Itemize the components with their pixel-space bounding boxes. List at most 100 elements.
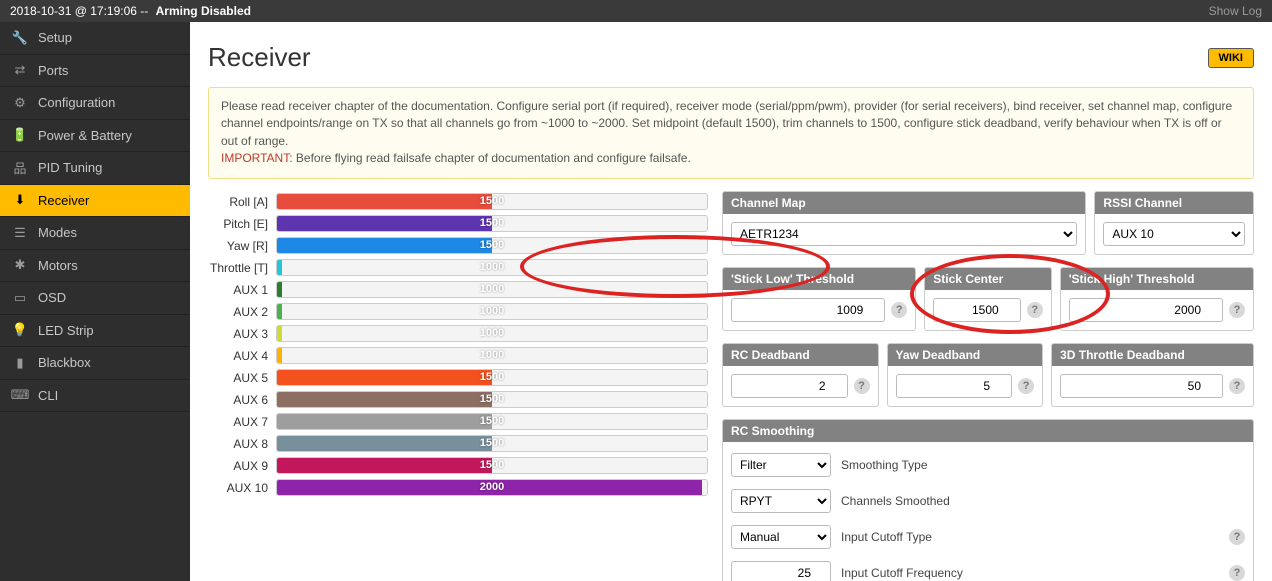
channel-row: AUX 41000 — [208, 345, 708, 367]
sidebar-item-label: Receiver — [38, 193, 89, 208]
yaw-deadband-input[interactable] — [896, 374, 1013, 398]
channel-label: AUX 6 — [208, 393, 276, 407]
channel-bar: 1000 — [276, 325, 708, 342]
channel-value: 2000 — [277, 480, 707, 495]
smoothing-select[interactable]: Manual — [731, 525, 831, 549]
sidebar-item-led-strip[interactable]: 💡LED Strip — [0, 315, 190, 348]
channel-bar: 1500 — [276, 413, 708, 430]
help-icon[interactable]: ? — [1027, 302, 1043, 318]
sidebar-item-motors[interactable]: ✱Motors — [0, 250, 190, 283]
channel-row: Throttle [T]1000 — [208, 257, 708, 279]
rssi-select[interactable]: AUX 10 — [1103, 222, 1245, 246]
channel-map-header: Channel Map — [723, 192, 1085, 214]
sidebar-item-label: Blackbox — [38, 355, 91, 370]
help-icon[interactable]: ? — [1018, 378, 1034, 394]
sidebar-item-receiver[interactable]: ⬇ Receiver — [0, 185, 190, 218]
smoothing-row: Manual Input Cutoff Type? — [731, 522, 1245, 552]
3d-throttle-deadband-input[interactable] — [1060, 374, 1223, 398]
sidebar-item-label: Configuration — [38, 95, 115, 110]
sidebar-item-label: Modes — [38, 225, 77, 240]
sidebar-item-label: CLI — [38, 388, 58, 403]
channel-label: AUX 2 — [208, 305, 276, 319]
help-icon[interactable]: ? — [891, 302, 907, 318]
channel-value: 1500 — [277, 414, 707, 429]
important-label: IMPORTANT: — [221, 151, 293, 165]
important-text: Before flying read failsafe chapter of d… — [293, 151, 691, 165]
smoothing-row: RPYTChannels Smoothed — [731, 486, 1245, 516]
channel-value: 1000 — [277, 348, 707, 363]
channel-row: AUX 31000 — [208, 323, 708, 345]
channel-label: AUX 5 — [208, 371, 276, 385]
nav-icon: ☰ — [10, 225, 30, 241]
help-icon[interactable]: ? — [854, 378, 870, 394]
smoothing-select[interactable]: RPYT — [731, 489, 831, 513]
channel-map-select[interactable]: AETR1234 — [731, 222, 1077, 246]
3d-throttle-deadband-header: 3D Throttle Deadband — [1052, 344, 1253, 366]
wiki-button[interactable]: WIKI — [1208, 48, 1254, 68]
channel-label: Yaw [R] — [208, 239, 276, 253]
sidebar-item-label: Power & Battery — [38, 128, 132, 143]
smoothing-label: Input Cutoff Type — [841, 530, 1219, 544]
sidebar-item-blackbox[interactable]: ▮Blackbox — [0, 347, 190, 380]
nav-icon: 品 — [10, 158, 30, 177]
channel-label: AUX 9 — [208, 459, 276, 473]
stick-high-input[interactable] — [1069, 298, 1223, 322]
stick-low-header: 'Stick Low' Threshold — [723, 268, 915, 290]
sidebar-item-pid-tuning[interactable]: 品PID Tuning — [0, 152, 190, 185]
channel-label: Pitch [E] — [208, 217, 276, 231]
stick-high-header: 'Stick High' Threshold — [1061, 268, 1253, 290]
help-icon[interactable]: ? — [1229, 565, 1245, 581]
sidebar-item-osd[interactable]: ▭ OSD — [0, 282, 190, 315]
rc-smoothing-header: RC Smoothing — [723, 420, 1253, 442]
stick-center-input[interactable] — [933, 298, 1020, 322]
help-icon[interactable]: ? — [1229, 378, 1245, 394]
channel-label: AUX 3 — [208, 327, 276, 341]
smoothing-select[interactable]: Filter — [731, 453, 831, 477]
sidebar-item-ports[interactable]: ⇄Ports — [0, 55, 190, 88]
rc-deadband-input[interactable] — [731, 374, 848, 398]
page-title: Receiver — [208, 42, 311, 73]
smoothing-row: Input Cutoff Frequency? — [731, 558, 1245, 581]
sidebar-item-power-battery[interactable]: 🔋 Power & Battery — [0, 120, 190, 153]
help-icon[interactable]: ? — [1229, 529, 1245, 545]
channel-row: AUX 61500 — [208, 389, 708, 411]
yaw-deadband-header: Yaw Deadband — [888, 344, 1043, 366]
smoothing-input[interactable] — [731, 561, 831, 581]
channel-row: AUX 81500 — [208, 433, 708, 455]
channel-bar: 1500 — [276, 435, 708, 452]
sidebar-item-setup[interactable]: 🔧Setup — [0, 22, 190, 55]
stick-low-input[interactable] — [731, 298, 885, 322]
channel-row: AUX 91500 — [208, 455, 708, 477]
nav-icon: 🔋 — [10, 127, 30, 143]
channel-label: Throttle [T] — [208, 261, 276, 275]
sidebar-item-label: Ports — [38, 63, 68, 78]
channel-label: AUX 8 — [208, 437, 276, 451]
sidebar-item-label: LED Strip — [38, 323, 94, 338]
channel-bar: 1000 — [276, 347, 708, 364]
nav-icon: ✱ — [10, 257, 30, 273]
sidebar: 🔧Setup⇄Ports⚙Configuration 🔋 Power & Batte… — [0, 22, 190, 581]
channel-bar: 1500 — [276, 193, 708, 210]
channel-value: 1000 — [277, 282, 707, 297]
channel-value: 1500 — [277, 458, 707, 473]
help-icon[interactable]: ? — [1229, 302, 1245, 318]
channel-value: 1500 — [277, 194, 707, 209]
show-log-link[interactable]: Show Log — [1209, 4, 1262, 18]
info-note: Please read receiver chapter of the docu… — [208, 87, 1254, 179]
sidebar-item-configuration[interactable]: ⚙Configuration — [0, 87, 190, 120]
timestamp: 2018-10-31 @ 17:19:06 -- — [10, 4, 148, 18]
channel-bar: 2000 — [276, 479, 708, 496]
nav-icon: ⬇ — [10, 192, 30, 208]
channel-bar: 1000 — [276, 281, 708, 298]
channel-row: AUX 102000 — [208, 477, 708, 499]
smoothing-label: Input Cutoff Frequency — [841, 566, 1219, 580]
channel-bar: 1000 — [276, 303, 708, 320]
channel-label: AUX 7 — [208, 415, 276, 429]
channel-row: AUX 21000 — [208, 301, 708, 323]
sidebar-item-cli[interactable]: ⌨CLI — [0, 380, 190, 413]
channel-label: AUX 10 — [208, 481, 276, 495]
sidebar-item-label: OSD — [38, 290, 66, 305]
sidebar-item-label: Setup — [38, 30, 72, 45]
nav-icon: ▭ — [10, 290, 30, 306]
sidebar-item-modes[interactable]: ☰ Modes — [0, 217, 190, 250]
